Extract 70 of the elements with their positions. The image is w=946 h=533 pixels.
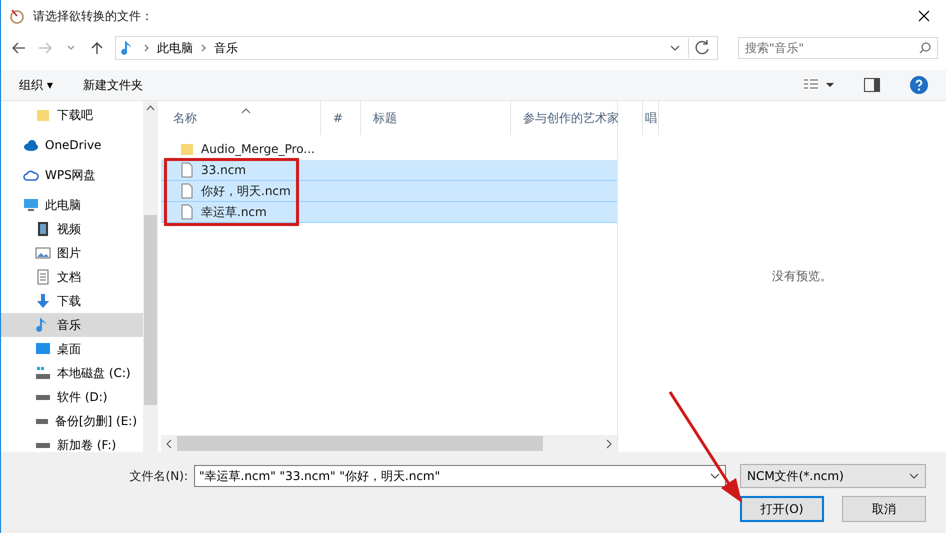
forward-arrow-icon — [38, 42, 52, 54]
column-header[interactable]: 名称 — [161, 101, 321, 135]
monitor-icon — [23, 197, 39, 213]
file-icon — [179, 183, 195, 199]
chevron-icon — [201, 44, 206, 52]
column-header[interactable]: 唱 — [643, 101, 659, 135]
up-arrow-icon — [91, 41, 103, 55]
preview-pane-icon[interactable] — [864, 78, 880, 92]
nav-item[interactable]: 文档 — [1, 265, 143, 289]
nav-item[interactable]: 软件 (D:) — [1, 385, 143, 409]
breadcrumb-item[interactable]: 此电脑 — [157, 40, 193, 56]
folder-icon — [35, 107, 51, 123]
column-header[interactable]: 参与创作的艺术家 — [511, 101, 643, 135]
file-type-dropdown[interactable]: NCM文件(*.ncm) — [740, 464, 926, 488]
file-icon — [179, 204, 195, 220]
film-icon — [35, 221, 51, 237]
scroll-right-icon[interactable] — [605, 438, 613, 448]
file-row[interactable]: 幸运草.ncm — [161, 202, 617, 223]
search-field[interactable]: 搜索"音乐" — [738, 37, 938, 59]
file-icon — [179, 162, 195, 178]
column-header[interactable]: # — [321, 101, 361, 135]
filename-label: 文件名(N): — [130, 468, 188, 484]
dropdown-caret-icon — [670, 45, 680, 51]
nav-item[interactable]: 备份[勿删] (E:) — [1, 409, 143, 433]
nav-item[interactable]: 本地磁盘 (C:) — [1, 361, 143, 385]
nav-item[interactable]: OneDrive — [1, 133, 143, 157]
cancel-button[interactable]: 取消 — [842, 496, 926, 522]
drive-icon — [36, 442, 50, 448]
drive-icon — [36, 367, 50, 379]
down-arrow-icon — [35, 293, 51, 309]
desktop-icon — [35, 341, 51, 357]
search-icon — [919, 42, 931, 54]
cloud-icon — [23, 137, 39, 153]
folder-icon — [179, 141, 195, 157]
document-icon — [35, 269, 51, 285]
nav-item[interactable]: 桌面 — [1, 337, 143, 361]
close-icon — [918, 10, 930, 22]
drive-icon — [36, 394, 50, 400]
nav-item[interactable]: 新加卷 (F:) — [1, 433, 143, 452]
caret-icon — [67, 45, 75, 51]
horizontal-scrollbar[interactable] — [161, 435, 617, 452]
scroll-left-icon[interactable] — [165, 438, 173, 448]
sort-caret-icon — [241, 108, 251, 114]
drive-icon — [36, 418, 48, 424]
back-arrow-icon — [12, 42, 26, 54]
nav-item[interactable]: WPS网盘 — [1, 163, 143, 187]
address-bar[interactable]: 此电脑 音乐 — [115, 36, 718, 60]
nav-item[interactable]: 视频 — [1, 217, 143, 241]
window-title: 请选择欲转换的文件： — [33, 8, 154, 24]
picture-icon — [35, 245, 51, 261]
dropdown-caret-icon — [909, 473, 919, 479]
breadcrumb-item[interactable]: 音乐 — [214, 40, 238, 56]
open-button[interactable]: 打开(O) — [740, 496, 824, 522]
file-row[interactable]: 33.ncm — [161, 160, 617, 181]
nav-item[interactable]: 音乐 — [1, 313, 143, 337]
app-icon — [9, 8, 25, 24]
vertical-scrollbar[interactable] — [143, 101, 158, 452]
column-header[interactable]: 标题 — [361, 101, 511, 135]
organize-menu-button[interactable]: 组织 ▾ — [19, 76, 53, 94]
nav-item[interactable]: 图片 — [1, 241, 143, 265]
chevron-icon — [144, 44, 149, 52]
filename-field[interactable]: "幸运草.ncm" "33.ncm" "你好，明天.ncm" — [194, 465, 726, 487]
help-icon[interactable] — [910, 76, 928, 94]
preview-message: 没有预览。 — [772, 268, 832, 285]
nav-item[interactable]: 下载吧 — [1, 103, 143, 127]
dropdown-caret-icon[interactable] — [710, 473, 720, 479]
nav-item[interactable]: 下载 — [1, 289, 143, 313]
new-folder-button[interactable]: 新建文件夹 — [82, 76, 143, 94]
nav-item[interactable]: 此电脑 — [1, 193, 143, 217]
file-row[interactable]: 你好，明天.ncm — [161, 181, 617, 202]
